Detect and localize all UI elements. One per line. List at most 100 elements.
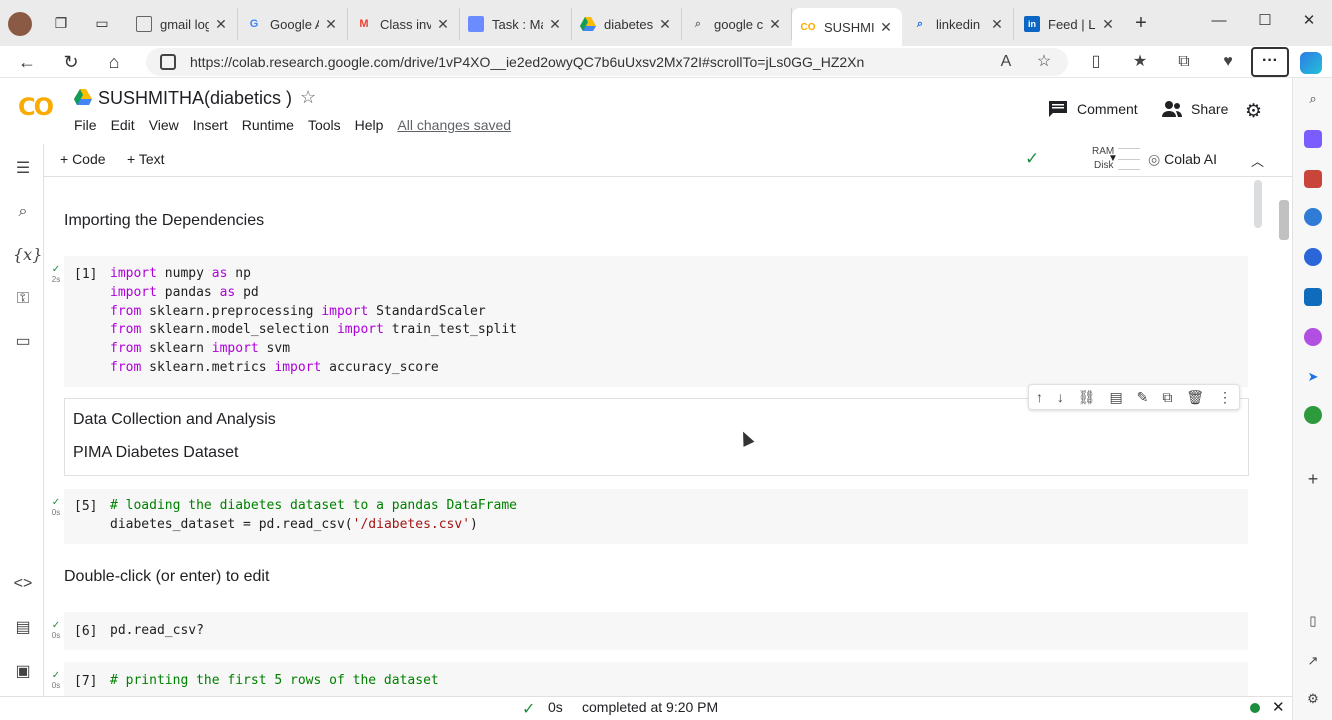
browser-tab-active[interactable]: CO SUSHMI ✕: [792, 8, 902, 46]
add-code-button[interactable]: + Code: [60, 151, 106, 167]
resource-meter[interactable]: [1118, 148, 1140, 170]
search-icon[interactable]: ⌕: [13, 202, 33, 222]
close-icon[interactable]: ✕: [547, 16, 563, 33]
text-cell-heading[interactable]: Importing the Dependencies: [64, 212, 264, 230]
menu-help[interactable]: Help: [355, 117, 384, 133]
notebook-scroll-thumb[interactable]: [1254, 180, 1262, 228]
close-icon[interactable]: ✕: [878, 19, 894, 36]
colab-ai-button[interactable]: ◎ Colab AI: [1148, 151, 1217, 168]
sidebar-toggle-icon[interactable]: ▯: [1304, 612, 1322, 630]
link-icon[interactable]: ⛓: [1078, 389, 1096, 406]
copilot-icon[interactable]: [1300, 52, 1322, 74]
extensions-icon[interactable]: ♥: [1216, 50, 1240, 74]
settings-icon[interactable]: ⚙: [1304, 690, 1322, 708]
split-screen-icon[interactable]: ▯: [1084, 50, 1108, 74]
variables-icon[interactable]: {x}: [13, 245, 42, 265]
share-button[interactable]: Share: [1162, 100, 1228, 118]
more-vert-icon[interactable]: ⋮: [1218, 389, 1232, 406]
page-scroll-thumb[interactable]: [1279, 200, 1289, 240]
runtime-dropdown-icon[interactable]: ▼: [1108, 153, 1118, 164]
minimize-button[interactable]: —: [1208, 10, 1230, 32]
menu-tools[interactable]: Tools: [308, 117, 341, 133]
home-button[interactable]: ⌂: [102, 50, 126, 74]
tools-icon[interactable]: [1304, 170, 1322, 188]
code-source[interactable]: # printing the first 5 rows of the datas…: [110, 672, 439, 691]
code-snippets-icon[interactable]: <>: [13, 574, 33, 594]
browser-tab[interactable]: M Class inv ✕: [348, 8, 460, 40]
menu-insert[interactable]: Insert: [193, 117, 228, 133]
completion-status[interactable]: completed at 9:20 PM: [582, 699, 718, 715]
search-icon[interactable]: ⌕: [1304, 90, 1322, 108]
url-input[interactable]: https://colab.research.google.com/drive/…: [146, 48, 1068, 76]
menu-view[interactable]: View: [149, 117, 179, 133]
tab-actions-icon[interactable]: ▭: [93, 14, 111, 32]
comment-icon[interactable]: ▤: [1110, 389, 1123, 406]
code-source[interactable]: pd.read_csv?: [110, 622, 204, 641]
collapse-header-icon[interactable]: ︿: [1251, 151, 1264, 170]
settings-gear-icon[interactable]: ⚙: [1245, 100, 1262, 123]
tree-icon[interactable]: [1304, 406, 1322, 424]
designer-icon[interactable]: [1304, 328, 1322, 346]
code-cell[interactable]: ✓ 0s [5] # loading the diabetes dataset t…: [52, 489, 1248, 544]
close-status-icon[interactable]: ✕: [1272, 698, 1285, 716]
mirror-cell-icon[interactable]: ⧉: [1162, 389, 1172, 406]
edit-pencil-icon[interactable]: ✎: [1137, 389, 1149, 406]
save-status[interactable]: All changes saved: [397, 117, 511, 133]
people-icon[interactable]: [1304, 208, 1322, 226]
profile-avatar[interactable]: [8, 12, 32, 36]
browser-tab[interactable]: gmail log ✕: [128, 8, 238, 40]
browser-tab[interactable]: in Feed | Li ✕: [1016, 8, 1124, 40]
browser-tab[interactable]: ⌕ google c ✕: [682, 8, 792, 40]
colab-logo[interactable]: CO: [18, 94, 60, 120]
command-palette-icon[interactable]: ▤: [13, 618, 33, 638]
browser-menu-button[interactable]: ···: [1251, 47, 1289, 77]
favorites-icon[interactable]: ★: [1128, 50, 1152, 74]
menu-edit[interactable]: Edit: [111, 117, 135, 133]
add-icon[interactable]: +: [1304, 470, 1322, 488]
add-text-button[interactable]: + Text: [127, 151, 165, 167]
files-folder-icon[interactable]: ▭: [13, 332, 33, 352]
close-icon[interactable]: ✕: [989, 16, 1005, 33]
browser-tab[interactable]: ⌕ linkedin ✕: [904, 8, 1014, 40]
code-cell[interactable]: ✓ 0s [7] # printing the first 5 rows of t…: [52, 662, 1248, 696]
close-icon[interactable]: ✕: [435, 16, 451, 33]
code-cell[interactable]: ✓ 0s [6] pd.read_csv?: [52, 612, 1248, 650]
collections-icon[interactable]: ⧉: [1172, 50, 1196, 74]
delete-icon[interactable]: 🗑: [1186, 389, 1204, 406]
office-icon[interactable]: [1304, 248, 1322, 266]
open-external-icon[interactable]: ↗: [1304, 652, 1322, 670]
close-icon[interactable]: ✕: [1100, 16, 1116, 33]
close-icon[interactable]: ✕: [657, 16, 673, 33]
table-of-contents-icon[interactable]: ☰: [13, 159, 33, 179]
move-up-icon[interactable]: ↑: [1036, 389, 1043, 405]
maximize-button[interactable]: ☐: [1254, 10, 1276, 32]
code-source[interactable]: # loading the diabetes dataset to a pand…: [110, 497, 517, 535]
close-icon[interactable]: ✕: [213, 16, 229, 33]
text-cell-placeholder[interactable]: Double-click (or enter) to edit: [64, 568, 269, 586]
star-icon[interactable]: ☆: [300, 87, 316, 108]
new-tab-button[interactable]: +: [1130, 12, 1152, 34]
notebook-scrollbar[interactable]: [1250, 177, 1264, 696]
move-down-icon[interactable]: ↓: [1057, 389, 1064, 405]
close-icon[interactable]: ✕: [767, 16, 783, 33]
browser-tab[interactable]: Task : Ma ✕: [460, 8, 572, 40]
send-icon[interactable]: ➤: [1304, 368, 1322, 386]
menu-runtime[interactable]: Runtime: [242, 117, 294, 133]
menu-file[interactable]: File: [74, 117, 97, 133]
refresh-button[interactable]: ↻: [59, 50, 83, 74]
secrets-key-icon[interactable]: ⚿: [13, 289, 33, 309]
workspaces-icon[interactable]: ❐: [52, 14, 70, 32]
comment-button[interactable]: Comment: [1048, 100, 1138, 118]
window-close-button[interactable]: ✕: [1298, 10, 1320, 32]
notebook-title[interactable]: SUSHMITHA(diabetics ): [98, 88, 292, 109]
close-icon[interactable]: ✕: [323, 16, 339, 33]
code-cell[interactable]: ✓ 2s [1] import numpy as np import pandas…: [52, 256, 1248, 387]
terminal-icon[interactable]: ▣: [13, 662, 33, 682]
shopping-icon[interactable]: [1304, 130, 1322, 148]
read-aloud-icon[interactable]: A: [994, 50, 1018, 74]
favorite-star-icon[interactable]: ☆: [1032, 50, 1056, 74]
code-source[interactable]: import numpy as np import pandas as pd f…: [110, 265, 517, 378]
browser-tab[interactable]: diabetes ✕: [572, 8, 682, 40]
browser-tab[interactable]: G Google A ✕: [238, 8, 348, 40]
outlook-icon[interactable]: [1304, 288, 1322, 306]
